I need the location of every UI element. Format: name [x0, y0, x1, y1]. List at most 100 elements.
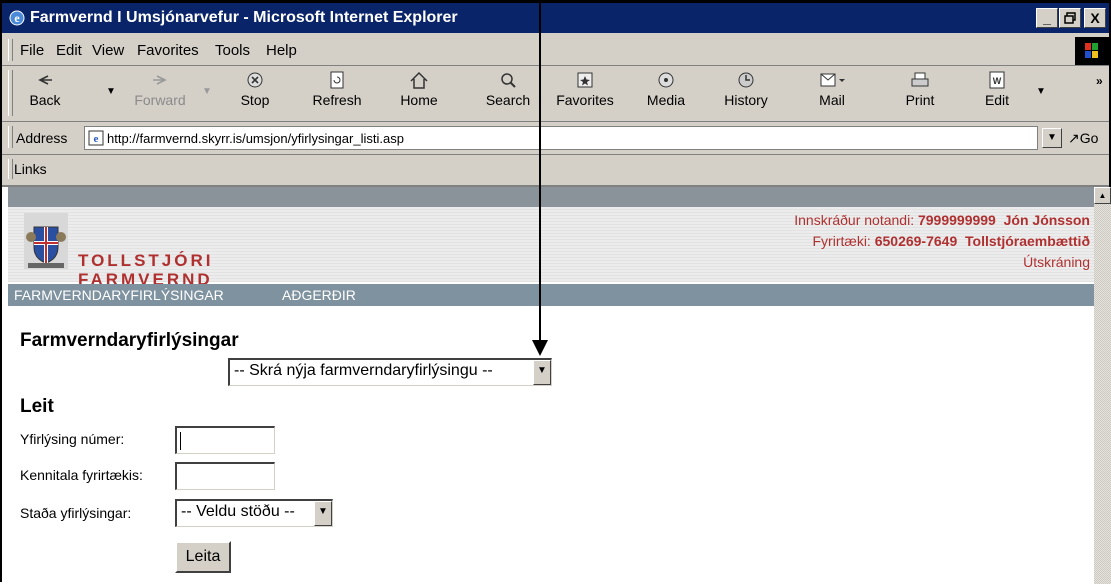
mail-button[interactable]: Mail	[810, 70, 854, 108]
menu-view[interactable]: View	[92, 42, 124, 59]
svg-text:e: e	[14, 11, 20, 25]
home-button[interactable]: Home	[391, 70, 447, 108]
search-button[interactable]: Search	[480, 70, 536, 108]
address-bar: Address e http://farmvernd.skyrr.is/umsj…	[2, 122, 1109, 155]
print-icon	[911, 72, 929, 87]
refresh-icon	[330, 71, 344, 89]
forward-arrow-icon	[153, 75, 167, 85]
label-company-kennitala: Kennitala fyrirtækis:	[20, 467, 143, 483]
go-arrow-icon: ↗	[1068, 130, 1080, 146]
go-label: Go	[1079, 130, 1099, 146]
address-label: Address	[16, 130, 68, 146]
toolbar-overflow-chevron[interactable]: »	[1096, 74, 1103, 88]
scroll-up-button[interactable]: ▲	[1094, 187, 1111, 204]
back-button[interactable]: Back	[18, 70, 72, 108]
minimize-button[interactable]: _	[1036, 8, 1058, 28]
back-dropdown-arrow[interactable]: ▼	[106, 86, 116, 97]
new-declaration-select[interactable]: -- Skrá nýja farmverndaryfirlýsingu -- ▼	[228, 358, 552, 386]
user-name: Jón Jónsson	[1003, 212, 1090, 228]
standard-toolbar: Back ▼ Forward ▼ Stop Refresh Home Searc…	[2, 66, 1109, 122]
mail-label: Mail	[819, 92, 845, 108]
menu-file[interactable]: File	[20, 42, 44, 59]
refresh-label: Refresh	[312, 92, 362, 108]
back-arrow-icon	[38, 75, 52, 85]
links-label[interactable]: Links	[14, 161, 47, 177]
edit-word-icon: W	[989, 71, 1005, 89]
menu-favorites[interactable]: Favorites	[137, 42, 199, 59]
close-button[interactable]: X	[1084, 8, 1106, 28]
address-dropdown-button[interactable]: ▼	[1042, 128, 1062, 148]
mail-icon	[820, 73, 845, 87]
stop-label: Stop	[240, 92, 270, 108]
vertical-scrollbar[interactable]: ▲	[1094, 187, 1111, 584]
print-label: Print	[905, 92, 935, 108]
address-url: http://farmvernd.skyrr.is/umsjon/yfirlys…	[107, 131, 404, 146]
addressbar-grip[interactable]	[8, 126, 13, 148]
edit-dropdown-arrow[interactable]: ▼	[1036, 86, 1046, 97]
page-viewport: TOLLSTJÓRI FARMVERND Innskráður notandi:…	[2, 185, 1111, 584]
logout-link[interactable]: Útskráning	[1023, 254, 1090, 270]
stop-icon	[247, 72, 263, 88]
company-kennitala-input[interactable]	[175, 462, 275, 490]
history-button[interactable]: History	[716, 70, 776, 108]
print-button[interactable]: Print	[897, 70, 943, 108]
menubar-grip[interactable]	[8, 39, 13, 61]
favorites-label: Favorites	[556, 92, 614, 108]
nav-farmverndaryfirlysingar[interactable]: FARMVERNDARYFIRLÝSINGAR	[14, 287, 224, 303]
page-heading: Farmverndaryfirlýsingar	[20, 330, 239, 351]
coat-of-arms-icon	[24, 213, 68, 269]
company-id: 650269-7649	[874, 233, 958, 249]
site-header: TOLLSTJÓRI FARMVERND Innskráður notandi:…	[8, 207, 1094, 289]
user-label: Innskráður notandi:	[794, 212, 915, 228]
text-caret	[180, 432, 181, 450]
label-declaration-status: Staða yfirlýsingar:	[20, 505, 132, 521]
menu-help[interactable]: Help	[266, 42, 297, 59]
browser-chrome: File Edit View Favorites Tools Help Back…	[2, 33, 1109, 185]
restore-icon	[1064, 12, 1076, 24]
go-button[interactable]: ↗Go	[1068, 130, 1098, 147]
links-bar: Links	[2, 155, 1109, 183]
search-submit-button[interactable]: Leita	[175, 541, 231, 573]
stop-button[interactable]: Stop	[230, 70, 280, 108]
forward-dropdown-arrow[interactable]: ▼	[202, 86, 212, 97]
status-select[interactable]: -- Veldu stöðu -- ▼	[175, 499, 333, 527]
menu-tools[interactable]: Tools	[215, 42, 250, 59]
favorites-button[interactable]: Favorites	[550, 70, 620, 108]
site-nav: FARMVERNDARYFIRLÝSINGAR AÐGERÐIR	[8, 284, 1094, 306]
menu-edit[interactable]: Edit	[56, 42, 82, 59]
user-info: Innskráður notandi: 7999999999 Jón Jónss…	[794, 210, 1090, 273]
search-icon	[501, 73, 516, 88]
chevron-down-icon[interactable]: ▼	[533, 360, 551, 385]
label-declaration-number: Yfirlýsing númer:	[20, 431, 125, 447]
home-label: Home	[400, 92, 438, 108]
logo-tollstjori: TOLLSTJÓRI	[78, 251, 214, 270]
title-bar[interactable]: e Farmvernd I Umsjónarvefur - Microsoft …	[2, 3, 1109, 33]
status-select-value: -- Veldu stöðu --	[181, 503, 295, 520]
history-icon	[738, 72, 754, 88]
home-icon	[410, 71, 428, 89]
edit-label: Edit	[984, 92, 1010, 108]
nav-adgerdir[interactable]: AÐGERÐIR	[282, 287, 356, 303]
media-button[interactable]: Media	[638, 70, 694, 108]
ie-logo-icon: e	[9, 10, 25, 26]
toolbar-grip[interactable]	[8, 70, 13, 116]
windows-logo-icon	[1075, 37, 1109, 65]
menu-bar: File Edit View Favorites Tools Help	[2, 35, 1109, 66]
address-input[interactable]: e http://farmvernd.skyrr.is/umsjon/yfirl…	[84, 126, 1038, 150]
forward-button[interactable]: Forward	[130, 70, 190, 108]
favorites-icon	[577, 72, 593, 88]
history-label: History	[724, 92, 768, 108]
linksbar-grip[interactable]	[8, 159, 13, 179]
media-label: Media	[646, 92, 686, 108]
chevron-down-icon[interactable]: ▼	[314, 501, 332, 526]
page-content: Farmverndaryfirlýsingar -- Skrá nýja far…	[8, 312, 1088, 582]
annotation-pointer-line	[539, 0, 541, 354]
maximize-button[interactable]	[1059, 8, 1081, 28]
site-top-stripe	[8, 187, 1094, 207]
declaration-number-input[interactable]	[175, 426, 275, 454]
refresh-button[interactable]: Refresh	[304, 70, 370, 108]
edit-button[interactable]: W Edit	[977, 70, 1017, 108]
svg-text:e: e	[94, 133, 99, 145]
company-name: Tollstjóraembættið	[965, 233, 1090, 249]
annotation-pointer-arrowhead	[532, 340, 548, 356]
